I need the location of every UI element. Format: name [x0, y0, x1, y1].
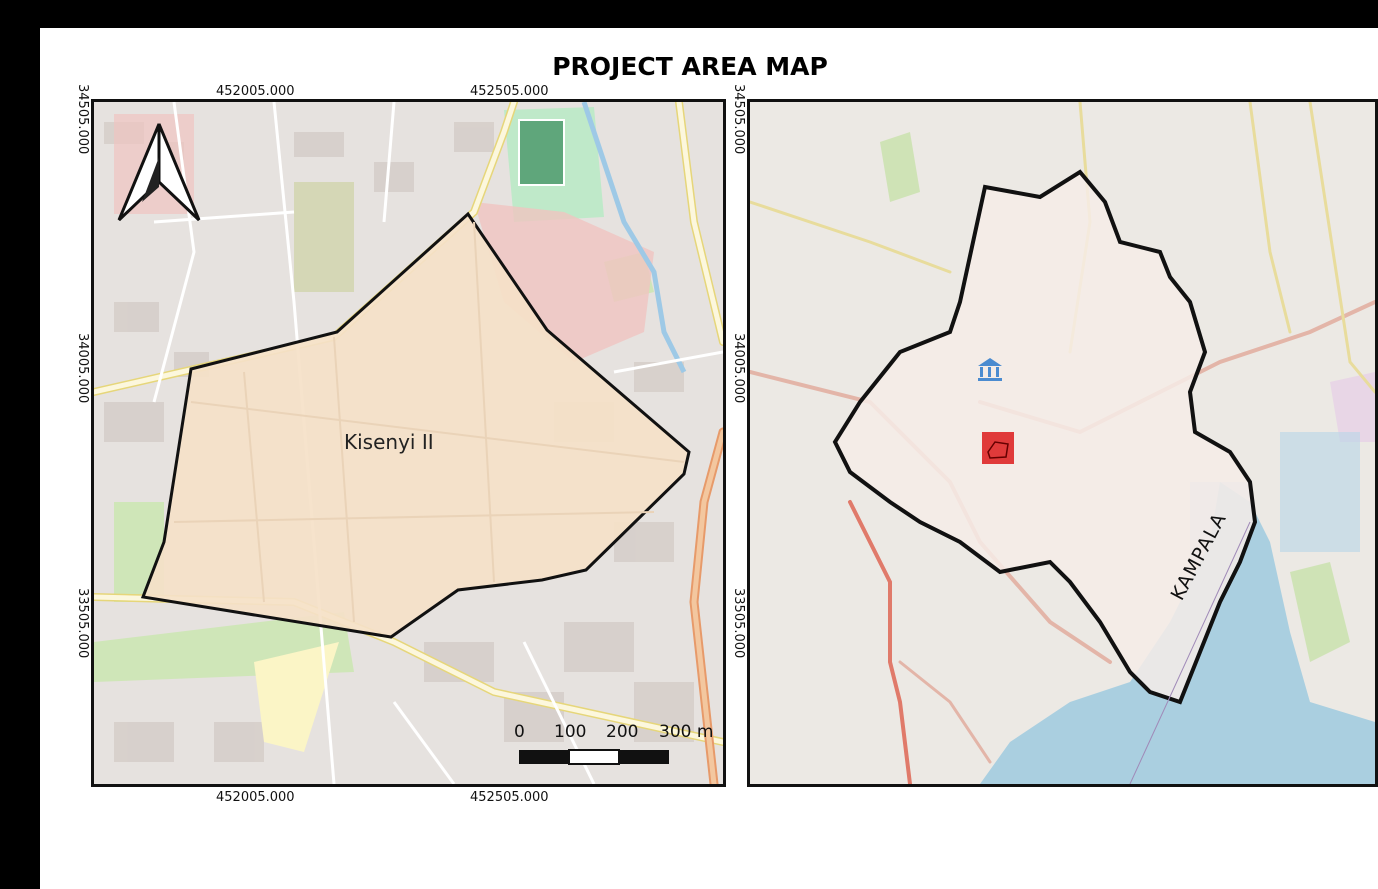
scale-label-0: 0 — [514, 722, 525, 742]
kisenyi-label: Kisenyi II — [344, 430, 434, 454]
right-coord-3: 33505.000 — [731, 588, 746, 659]
top-coord-1: 452005.000 — [216, 84, 295, 99]
scale-bar — [519, 749, 669, 765]
scale-label-300m: 300 m — [659, 722, 714, 742]
right-coord-2: 34005.000 — [731, 333, 746, 404]
bottom-coord-1: 452005.000 — [216, 790, 295, 805]
map-title: PROJECT AREA MAP — [552, 52, 828, 81]
project-area-map[interactable]: Kisenyi II 0 100 200 300 m — [91, 99, 726, 787]
left-coord-2: 34005.000 — [75, 333, 90, 404]
scale-label-100: 100 — [554, 722, 587, 742]
scale-label-200: 200 — [606, 722, 639, 742]
kampala-basemap — [750, 102, 1375, 784]
map-sheet: PROJECT AREA MAP Kisenyi II 0 100 200 30… — [40, 28, 1378, 889]
left-coord-3: 33505.000 — [75, 588, 90, 659]
right-coord-1: 34505.000 — [731, 84, 746, 155]
project-area-highlight — [982, 432, 1014, 464]
left-coord-1: 34505.000 — [75, 84, 90, 155]
top-coord-2: 452505.000 — [470, 84, 549, 99]
bottom-coord-2: 452505.000 — [470, 790, 549, 805]
kampala-location-map[interactable]: KAMPALA — [747, 99, 1378, 787]
